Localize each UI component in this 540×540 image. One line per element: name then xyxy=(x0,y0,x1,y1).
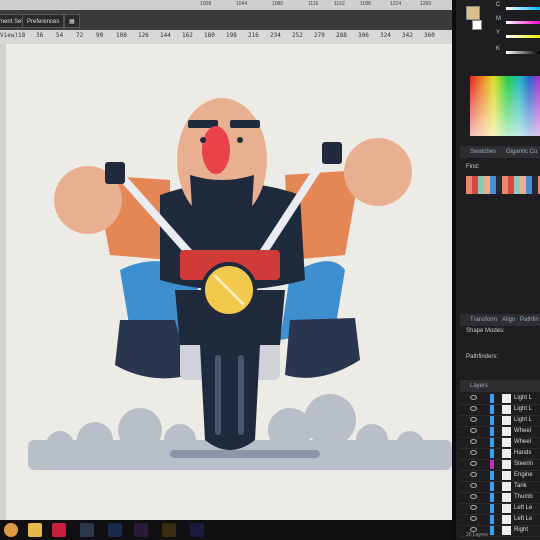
ruler-tick: 108 xyxy=(116,32,127,39)
fill-swatch[interactable] xyxy=(466,6,480,20)
ruler-tick: 72 xyxy=(76,32,84,39)
layer-color xyxy=(490,427,494,436)
eye-icon[interactable] xyxy=(470,439,477,444)
ruler-tick: 36 xyxy=(36,32,44,39)
ruler-tick: 216 xyxy=(248,32,259,39)
chrome-icon[interactable] xyxy=(4,523,18,537)
ruler-tick: 1152 xyxy=(334,1,345,7)
right-panel-dock: C M Y K Swatches Gigantic Co Find: Trans… xyxy=(452,0,540,540)
preferences-button[interactable]: Preferences xyxy=(22,14,65,28)
ruler-tick: 1008 xyxy=(200,1,212,7)
illustrator-icon[interactable] xyxy=(162,523,176,537)
ruler-tick: View) xyxy=(0,32,19,39)
ruler-tick: 1260 xyxy=(420,1,432,7)
eye-icon[interactable] xyxy=(470,417,477,422)
illustrator-workspace: 1008 1044 1080 1116 1152 1188 1224 1260 … xyxy=(0,0,540,540)
layer-count: 26 Layers xyxy=(466,532,488,538)
app-icon[interactable] xyxy=(52,523,66,537)
yellow-label: Y xyxy=(496,30,501,36)
eye-icon[interactable] xyxy=(470,450,477,455)
ruler-tick: 252 xyxy=(292,32,303,39)
artboard-canvas[interactable] xyxy=(0,44,452,520)
ruler-tick: 54 xyxy=(56,32,64,39)
tab-pathfinder[interactable]: Pathfin xyxy=(520,314,539,326)
folder-icon[interactable] xyxy=(28,523,42,537)
swatches-panel-header: Swatches Gigantic Co xyxy=(460,146,540,158)
cyan-slider[interactable] xyxy=(506,7,540,10)
ruler-tick: 1224 xyxy=(390,1,402,7)
ruler-tick: 18 xyxy=(18,32,26,39)
find-label: Find: xyxy=(466,164,480,170)
magenta-slider[interactable] xyxy=(506,21,540,24)
layer-color xyxy=(490,438,494,447)
eye-icon[interactable] xyxy=(470,461,477,466)
ruler-tick: 90 xyxy=(96,32,104,39)
layer-color xyxy=(490,515,494,524)
stroke-swatch[interactable] xyxy=(472,20,482,30)
shape-modes-label: Shape Modes: xyxy=(466,328,505,334)
arrange-icon[interactable]: ▦ xyxy=(64,14,80,28)
ruler-tick: 1080 xyxy=(272,1,284,7)
swatch-grid[interactable] xyxy=(466,176,540,194)
black-label: K xyxy=(496,46,501,52)
yellow-slider[interactable] xyxy=(506,35,540,38)
eye-icon[interactable] xyxy=(470,494,477,499)
pathfinders-label: Pathfinders: xyxy=(466,354,499,360)
layer-color xyxy=(490,394,494,403)
control-bar: Document Setup Preferences ▦ xyxy=(0,10,452,30)
eye-icon[interactable] xyxy=(470,395,477,400)
tab-layers[interactable]: Layers xyxy=(470,380,488,392)
ruler-tick: 1044 xyxy=(236,1,248,7)
eye-icon[interactable] xyxy=(470,505,477,510)
horizontal-ruler: View) 18 36 54 72 90 108 126 144 162 180… xyxy=(0,30,452,45)
ruler-tick: 234 xyxy=(270,32,281,39)
ruler-tick: 162 xyxy=(182,32,193,39)
color-spectrum[interactable] xyxy=(470,76,540,136)
pathfinder-panel-header: Transform Align Pathfin xyxy=(460,314,540,326)
ruler-tick: 360 xyxy=(424,32,435,39)
taskbar xyxy=(0,520,452,540)
layers-panel-header: Layers xyxy=(460,380,540,392)
black-slider[interactable] xyxy=(506,51,540,54)
layer-color xyxy=(490,471,494,480)
ruler-tick: 180 xyxy=(204,32,215,39)
eye-icon[interactable] xyxy=(470,406,477,411)
ruler-tick: 288 xyxy=(336,32,347,39)
layer-color xyxy=(490,460,494,469)
ruler-tick: 342 xyxy=(402,32,413,39)
ruler-tick: 126 xyxy=(138,32,149,39)
layer-color xyxy=(490,482,494,491)
biker-illustration[interactable] xyxy=(0,44,452,520)
tab-swatches[interactable]: Swatches xyxy=(470,146,496,158)
layer-color xyxy=(490,449,494,458)
vertical-ruler xyxy=(0,44,6,520)
eye-icon[interactable] xyxy=(470,516,477,521)
eye-icon[interactable] xyxy=(470,483,477,488)
eye-icon[interactable] xyxy=(470,472,477,477)
ruler-tick: 306 xyxy=(358,32,369,39)
tab-align[interactable]: Align xyxy=(502,314,515,326)
layer-color xyxy=(490,526,494,535)
adobe-icon[interactable] xyxy=(190,523,204,537)
ruler-tick: 270 xyxy=(314,32,325,39)
ruler-tick: 1116 xyxy=(308,1,319,7)
eye-icon[interactable] xyxy=(470,428,477,433)
top-ruler-strip: 1008 1044 1080 1116 1152 1188 1224 1260 xyxy=(0,0,452,10)
ruler-tick: 144 xyxy=(160,32,171,39)
magenta-label: M xyxy=(496,16,501,22)
ruler-tick: 198 xyxy=(226,32,237,39)
cyan-label: C xyxy=(496,2,501,8)
tab-gigantic-co[interactable]: Gigantic Co xyxy=(506,146,537,158)
app-icon[interactable] xyxy=(80,523,94,537)
layer-color xyxy=(490,504,494,513)
tab-transform[interactable]: Transform xyxy=(470,314,497,326)
layer-color xyxy=(490,493,494,502)
layer-color xyxy=(490,405,494,414)
ruler-tick: 1188 xyxy=(360,1,371,7)
adobe-icon[interactable] xyxy=(108,523,122,537)
ruler-tick: 324 xyxy=(380,32,391,39)
adobe-icon[interactable] xyxy=(134,523,148,537)
layer-color xyxy=(490,416,494,425)
